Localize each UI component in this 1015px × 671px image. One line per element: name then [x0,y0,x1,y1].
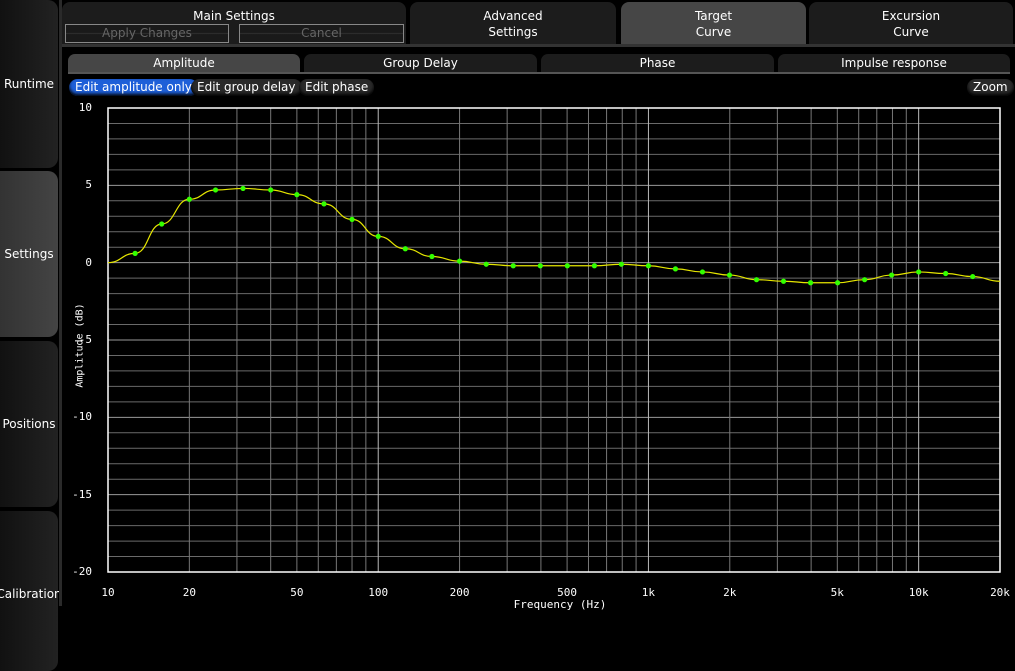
curve-control-point[interactable] [889,272,895,278]
curve-control-point[interactable] [321,201,327,207]
curve-control-point[interactable] [564,263,570,269]
curve-control-point[interactable] [672,266,679,272]
curve-control-point[interactable] [159,221,165,227]
curve-control-point[interactable] [943,270,949,277]
curve-control-point[interactable] [862,277,868,283]
curve-control-point[interactable] [375,233,381,239]
curve-control-point[interactable] [402,246,408,252]
target-curve-line [107,187,1001,284]
curve-control-point[interactable] [212,187,219,193]
curve-control-point[interactable] [618,261,624,267]
curve-control-point[interactable] [294,192,300,198]
curve-control-point[interactable] [645,263,652,269]
curve-control-point[interactable] [780,278,787,284]
curve-control-point[interactable] [753,277,760,283]
amplitude-chart[interactable] [0,0,1015,606]
curve-control-point[interactable] [268,187,274,193]
curve-control-point[interactable] [807,280,814,286]
curve-control-point[interactable] [591,263,598,269]
curve-control-point[interactable] [132,250,138,256]
curve-control-point[interactable] [699,269,706,275]
curve-control-point[interactable] [240,185,246,192]
curve-control-point[interactable] [349,216,355,222]
curve-control-point[interactable] [483,261,489,267]
curve-control-point[interactable] [726,272,733,278]
curve-control-point[interactable] [456,258,463,264]
curve-control-point[interactable] [916,269,922,275]
curve-control-point[interactable] [834,280,841,286]
curve-control-point[interactable] [186,196,192,202]
curve-control-point[interactable] [429,253,435,260]
curve-control-point[interactable] [510,263,516,269]
curve-control-point[interactable] [537,263,543,269]
curve-control-point[interactable] [970,273,976,280]
